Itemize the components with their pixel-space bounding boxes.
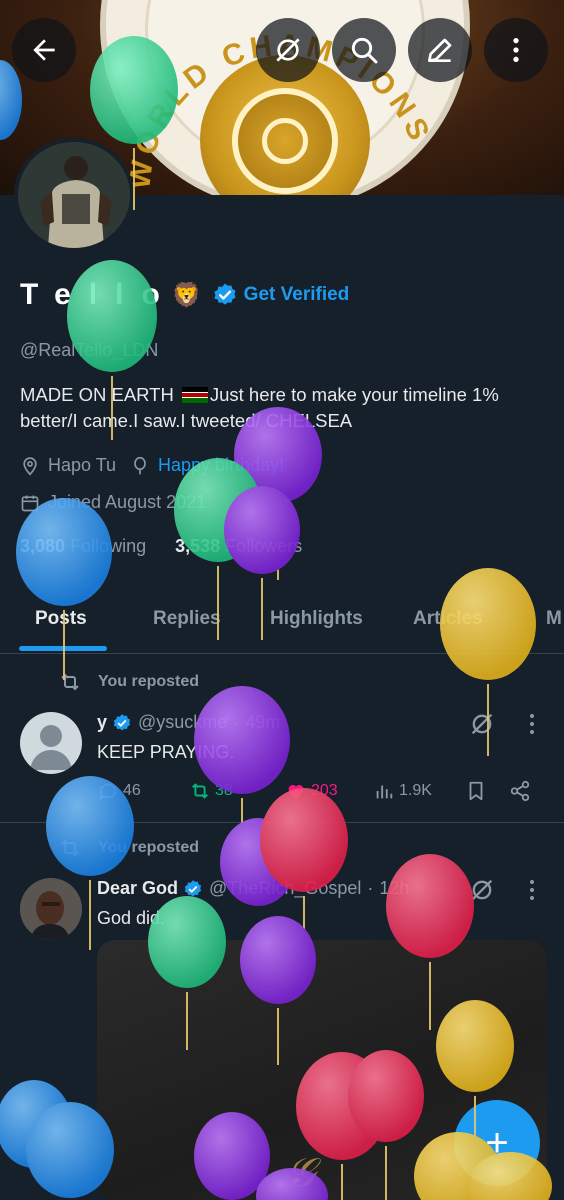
profile-bio: MADE ON EARTH Just here to make your time… (20, 382, 550, 434)
compose-button[interactable]: + (454, 1100, 540, 1186)
follow-stats: 3,080 Following 3,538 Followers (20, 536, 302, 557)
balloon-blue-3 (0, 1080, 72, 1168)
tab-highlights[interactable]: Highlights (270, 608, 363, 630)
post-author-handle: @TheRich_Gospel (209, 878, 362, 898)
profile-handle: @RealTello_LDN (20, 340, 159, 360)
following-label: Following (70, 536, 147, 556)
reply-button[interactable]: 46 (97, 780, 141, 802)
post-avatar[interactable] (20, 878, 82, 940)
grok-icon[interactable] (468, 876, 496, 904)
search-button[interactable] (332, 18, 396, 82)
grok-icon (276, 38, 300, 62)
bio-line-2: better/I came.I saw.I tweeted/ CHELSEA (20, 410, 353, 431)
repost-count: 38 (215, 782, 233, 799)
kenya-flag-icon (181, 387, 208, 403)
post-separator: · (233, 712, 240, 732)
repost-label-text: You reposted (98, 673, 200, 690)
repost-label: You reposted (58, 671, 199, 693)
repost-button[interactable]: 38 (189, 780, 233, 802)
bio-line-1: MADE ON EARTH Just here to make your time… (20, 382, 550, 408)
views-icon (376, 785, 393, 799)
post-time: 12h (379, 878, 410, 898)
media-script-decoration: 𝒢 (287, 1150, 316, 1196)
tab-posts[interactable]: Posts (35, 608, 87, 630)
followers-link[interactable]: 3,538 Followers (175, 536, 302, 556)
repost-icon (192, 783, 208, 799)
followers-label: Followers (225, 536, 303, 556)
default-avatar-icon (30, 725, 72, 770)
location-icon (23, 456, 37, 476)
person-photo-image (20, 878, 82, 940)
profile-meta-row: Hapo Tu Happy birthday! (20, 455, 284, 476)
more-button[interactable] (484, 18, 548, 82)
reply-count: 46 (123, 782, 141, 799)
profile-name: Tello (20, 278, 178, 311)
post-separator: · (367, 878, 374, 898)
like-button[interactable]: 203 (285, 780, 338, 802)
tab-replies[interactable]: Replies (153, 608, 221, 630)
post-author-handle: @ysuckme (138, 712, 228, 732)
search-icon (351, 37, 378, 64)
post-text: KEEP PRAYING. (97, 742, 235, 762)
post-divider (0, 822, 564, 823)
tab-articles[interactable]: Articles (413, 608, 483, 630)
share-icon (510, 780, 530, 802)
profile-name-row: Tello 🦁 Get Verified (20, 278, 349, 312)
balloon-purple-2 (224, 486, 300, 574)
edit-button[interactable] (408, 18, 472, 82)
repost-icon (61, 839, 79, 857)
profile-joined: Joined August 2021 (48, 492, 207, 512)
profile-location: Hapo Tu (48, 455, 117, 475)
balloon-icon (134, 456, 146, 474)
views-button[interactable]: 1.9K (373, 780, 432, 802)
following-count: 3,080 (20, 536, 66, 556)
get-verified-link[interactable]: Get Verified (244, 284, 350, 306)
arrow-left-icon (33, 39, 55, 61)
post-author-name[interactable]: y (97, 712, 107, 733)
post-text: God did. (97, 908, 166, 928)
profile-tabs: Posts Replies Highlights Articles M (0, 596, 564, 654)
birthday-link[interactable]: Happy birthday! (158, 455, 284, 476)
verified-badge-icon (184, 879, 202, 896)
followers-count: 3,538 (175, 536, 221, 556)
bookmark-icon (469, 781, 483, 801)
post-time: 49m (245, 712, 281, 732)
pencil-icon (428, 38, 452, 62)
following-link[interactable]: 3,080 Following (20, 536, 146, 556)
repost-icon (61, 673, 79, 691)
balloon-purple-3 (194, 686, 290, 794)
back-button[interactable] (12, 18, 76, 82)
share-button[interactable] (509, 780, 535, 802)
grok-button[interactable] (256, 18, 320, 82)
more-vertical-icon (513, 38, 519, 62)
grok-icon[interactable] (468, 710, 496, 738)
view-count: 1.9K (399, 782, 432, 799)
profile-avatar[interactable] (14, 138, 134, 252)
lion-emoji: 🦁 (171, 281, 202, 309)
bio-part-2: Just here to make your timeline 1% (209, 384, 499, 405)
post-actions: 46 38 203 1.9K (97, 780, 547, 806)
bookmark-button[interactable] (465, 780, 491, 802)
post-header: Dear God @TheRich_Gospel · 12h (97, 878, 409, 899)
verified-badge-icon (113, 713, 131, 730)
reply-icon (99, 783, 117, 801)
post-avatar[interactable] (20, 712, 82, 774)
post-more-icon[interactable] (520, 876, 544, 904)
post-header: y @ysuckme · 49m (97, 712, 280, 733)
like-count: 203 (311, 782, 338, 799)
calendar-icon (21, 495, 39, 511)
post-more-icon[interactable] (520, 710, 544, 738)
avatar-person-image (18, 142, 130, 248)
active-tab-indicator (19, 646, 107, 651)
repost-label: You reposted (58, 837, 199, 859)
repost-label-text: You reposted (98, 839, 200, 856)
bio-part-1: MADE ON EARTH (20, 384, 174, 405)
heart-icon (288, 785, 304, 800)
verified-badge-icon[interactable] (212, 282, 238, 308)
tab-more[interactable]: M (546, 608, 562, 630)
profile-joined-row: Joined August 2021 (20, 492, 206, 513)
post-author-name[interactable]: Dear God (97, 878, 178, 899)
